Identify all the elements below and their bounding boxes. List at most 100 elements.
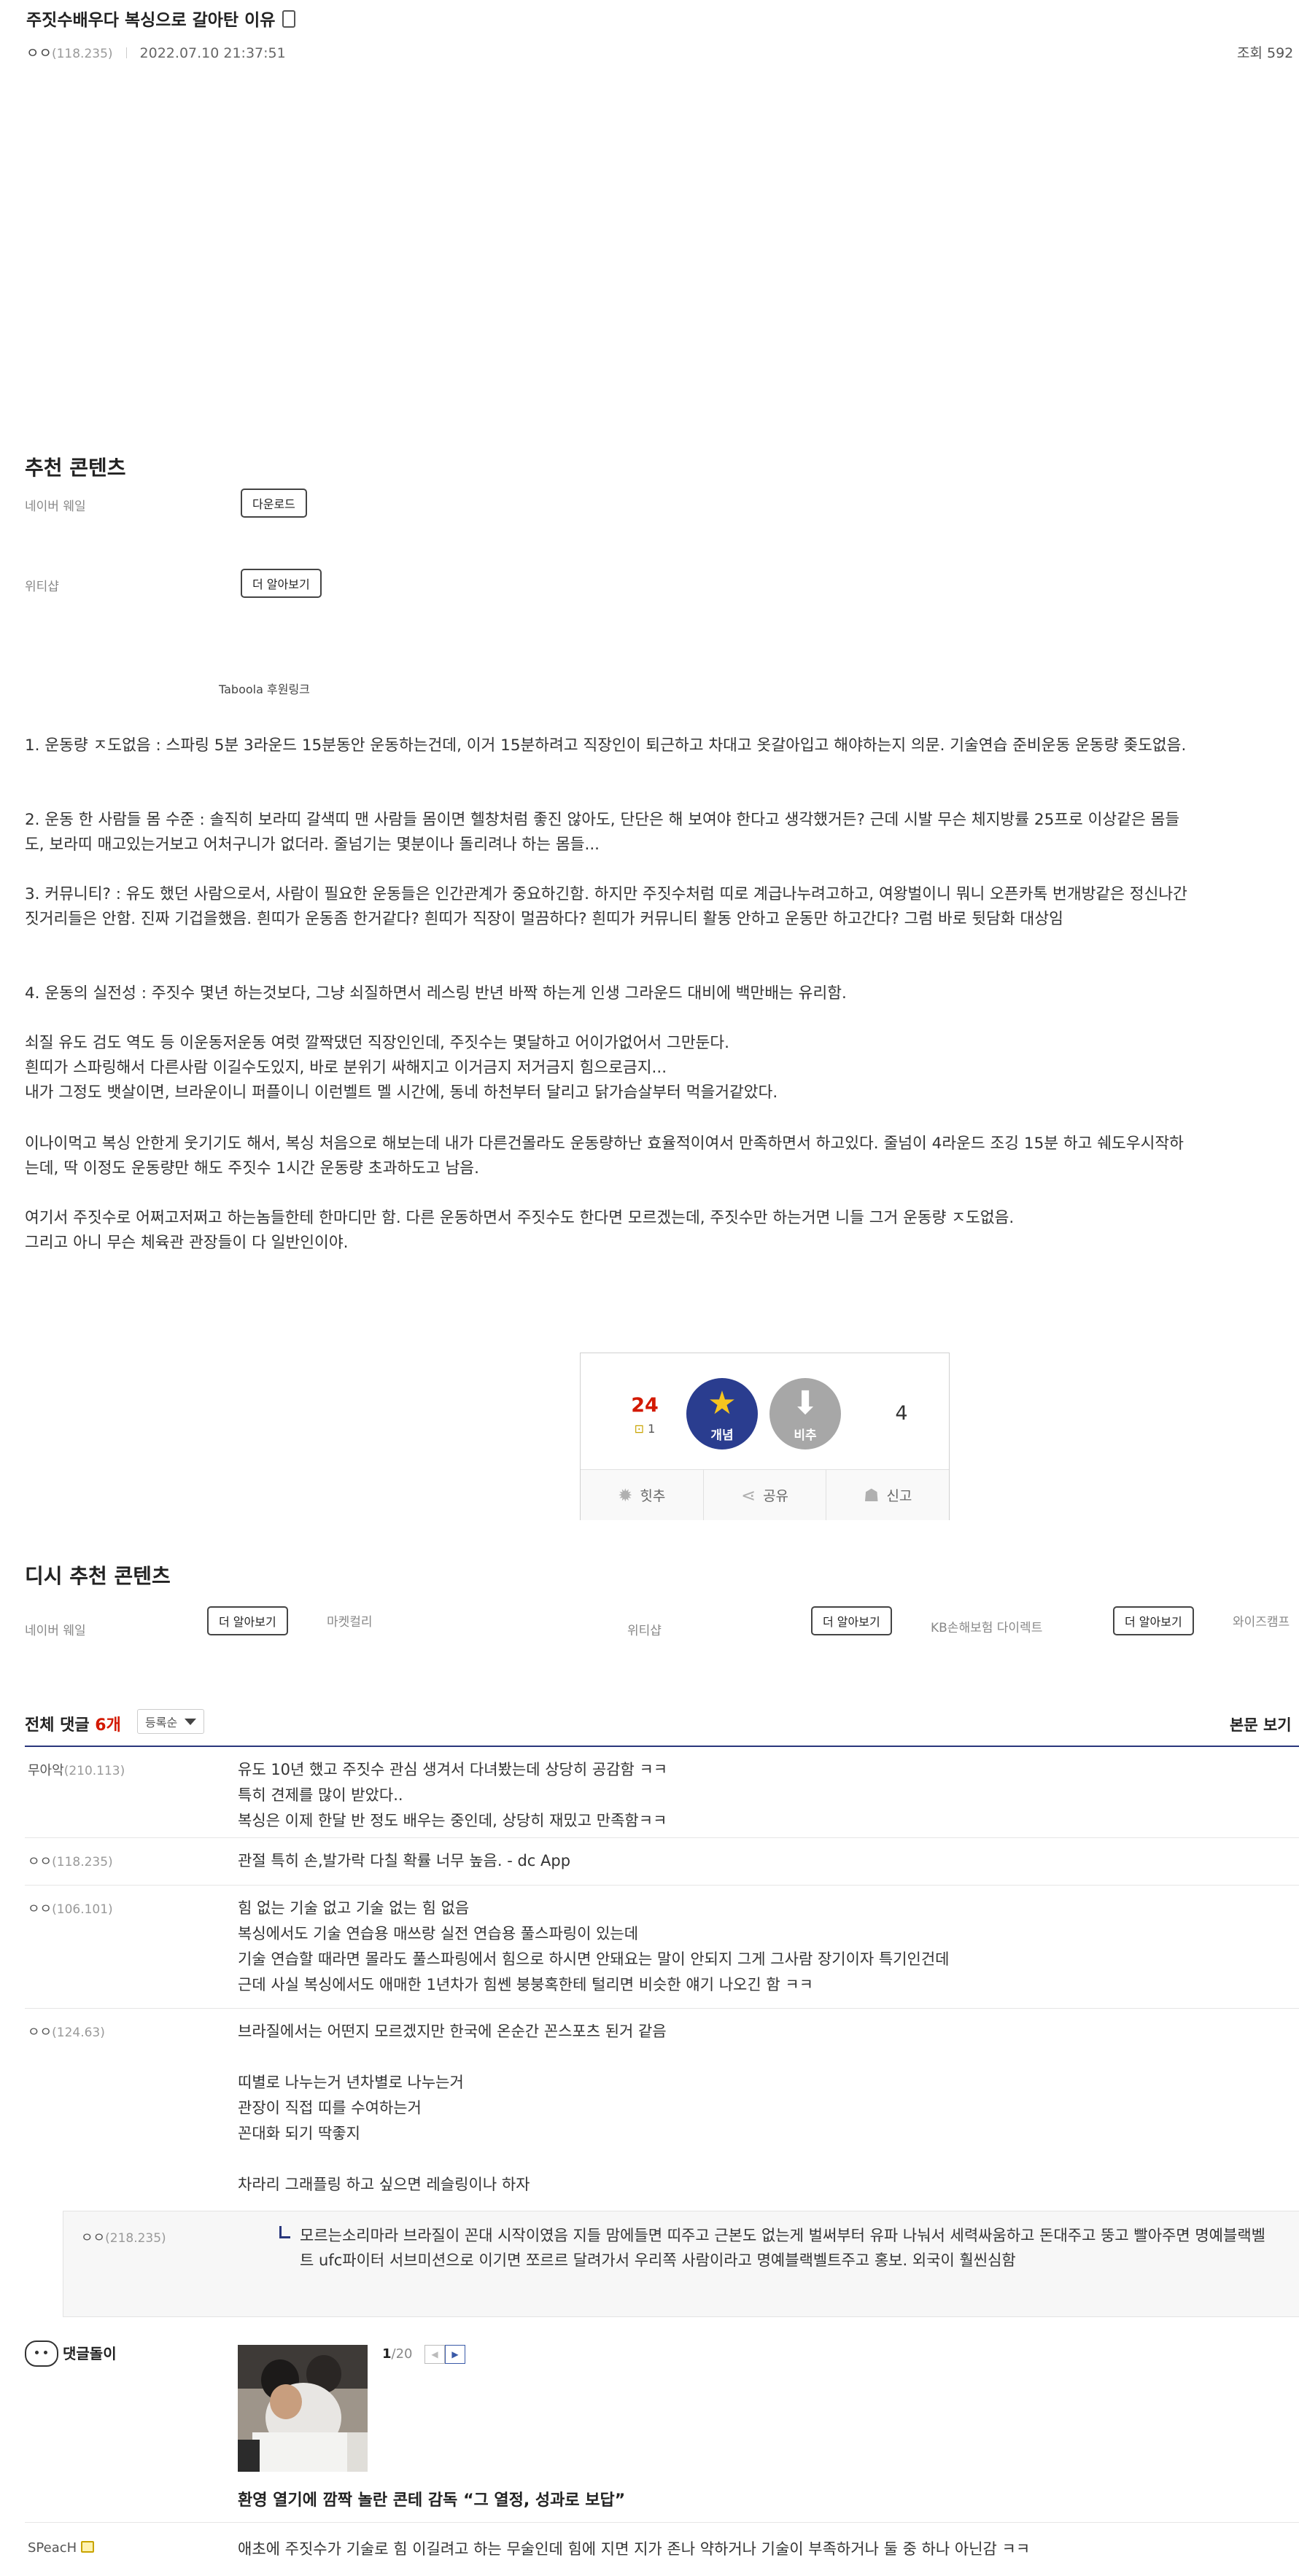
body-paragraph: 4. 운동의 실전성 : 주짓수 몇년 하는것보다, 그냥 쇠질하면서 레스링 … <box>25 984 847 1003</box>
comment-text: 힘 없는 기술 없고 기술 없는 힘 없음 복싱에서도 기술 연습용 매쓰랑 실… <box>238 1899 950 1993</box>
comment-nick: ㅇㅇ <box>28 2025 53 2040</box>
comment-ip: (124.63) <box>52 2026 105 2040</box>
comment-author[interactable]: ㅇㅇ(124.63) <box>28 2022 105 2041</box>
comment-sort-select[interactable]: 등록순 <box>137 1709 205 1734</box>
downvote-button[interactable]: ⬇ 비추 <box>769 1378 841 1450</box>
recommended-item-label[interactable]: 위티샵 <box>627 1620 662 1638</box>
comment-count: 6개 <box>95 1716 121 1735</box>
comment-text: 애초에 주짓수가 기술로 힘 이길려고 하는 무술인데 힘에 지면 지가 존나 … <box>238 2540 1031 2558</box>
comment-author[interactable]: ㅇㅇ(106.101) <box>28 1899 113 1918</box>
recommended-item-label[interactable]: 네이버 웨일 <box>25 496 86 514</box>
bot-face-icon <box>25 2340 58 2367</box>
siren-icon: ☗ <box>863 1484 880 1506</box>
recommended-item-label[interactable]: 네이버 웨일 <box>25 1620 86 1638</box>
comment-row: SPeacH 애초에 주짓수가 기술로 힘 이길려고 하는 무술인데 힘에 지면… <box>25 2523 1299 2576</box>
body-view-link[interactable]: 본문 보기 <box>1230 1713 1292 1735</box>
page-current: 1 <box>382 2346 392 2362</box>
fixed-nick-icon: ⊡ <box>634 1422 645 1436</box>
news-caption[interactable]: 환영 열기에 깜짝 놀란 콘테 감독 “그 열정, 성과로 보답” <box>238 2487 625 2510</box>
reply-arrow-icon <box>279 2226 290 2238</box>
body-paragraph: 2. 운동 한 사람들 몸 수준 : 솔직히 보라띠 갈색띠 맨 사람들 몸이면… <box>25 811 1180 854</box>
comment-author[interactable]: SPeacH <box>28 2540 95 2556</box>
post-title: 주짓수배우다 복싱으로 갈아탄 이유 <box>26 6 296 31</box>
learn-more-button[interactable]: 더 알아보기 <box>241 569 322 598</box>
body-paragraph: 3. 커뮤니티? : 유도 했던 사람으로서, 사람이 필요한 운동들은 인간관… <box>25 885 1187 928</box>
download-button[interactable]: 다운로드 <box>241 489 307 518</box>
report-button[interactable]: ☗ 신고 <box>826 1470 949 1520</box>
recommended-item-label[interactable]: 위티샵 <box>25 576 59 594</box>
comment-nick: ㅇㅇ <box>28 1902 53 1917</box>
reply-ip: (218.235) <box>105 2231 166 2246</box>
downvote-count: 4 <box>895 1402 908 1425</box>
share-icon: ⋖ <box>740 1484 756 1506</box>
reply-nick: ㅇㅇ <box>81 2230 106 2246</box>
post-meta: ㅇㅇ(118.235) 2022.07.10 21:37:51 <box>26 42 286 62</box>
fixed-upvote-count: ⊡ 1 <box>616 1422 674 1436</box>
meta-divider <box>125 47 127 58</box>
comment-row: ㅇㅇ(124.63) 브라질에서는 어떤지 모르겠지만 한국에 온순간 꼰스포츠… <box>25 2009 1299 2207</box>
comment-header: 전체 댓글 6개 등록순 본문 보기 <box>25 1705 1299 1747</box>
taboola-sponsored-link[interactable]: Taboola 후원링크 <box>219 680 310 697</box>
comment-row: ㅇㅇ(106.101) 힘 없는 기술 없고 기술 없는 힘 없음 복싱에서도 … <box>25 1886 1299 2009</box>
comment-ip: (210.113) <box>63 1764 125 1778</box>
learn-more-button[interactable]: 더 알아보기 <box>1113 1606 1194 1635</box>
recommended-heading: 추천 콘텐츠 <box>25 456 126 480</box>
body-paragraph: 1. 운동량 ㅈ도없음 : 스파링 5분 3라운드 15분동안 운동하는건데, … <box>25 736 1187 755</box>
down-arrow-icon: ⬇ <box>791 1385 819 1422</box>
news-thumbnail[interactable] <box>238 2345 368 2472</box>
comment-count-label: 전체 댓글 6개 <box>25 1712 121 1735</box>
prev-page-button[interactable]: ◀ <box>424 2345 445 2364</box>
reply-comment: ㅇㅇ(218.235) 모르는소리마라 브라질이 꼰대 시작이였음 지들 맘에들… <box>63 2211 1299 2317</box>
recommended-item-sub[interactable]: KB손해보험 다이렉트 <box>931 1617 1042 1635</box>
fixed-nick-icon <box>81 2541 95 2553</box>
comment-author[interactable]: 무아악(210.113) <box>28 1760 125 1779</box>
upvote-label: 개념 <box>710 1428 734 1443</box>
dc-recommended-heading: 디시 추천 콘텐츠 <box>25 1564 171 1588</box>
comment-author[interactable]: ㅇㅇ(118.235) <box>28 1851 113 1870</box>
learn-more-button[interactable]: 더 알아보기 <box>811 1606 892 1635</box>
comment-text: 브라질에서는 어떤지 모르겠지만 한국에 온순간 꼰스포츠 된거 같음 띠별로 … <box>238 2023 667 2193</box>
news-photo <box>238 2345 368 2472</box>
share-button[interactable]: ⋖ 공유 <box>704 1470 827 1520</box>
page-total: /20 <box>391 2346 413 2362</box>
next-page-button[interactable]: ▶ <box>445 2345 465 2364</box>
post-date: 2022.07.10 21:37:51 <box>139 45 286 61</box>
body-paragraph: 이나이먹고 복싱 안한게 웃기기도 해서, 복싱 처음으로 해보는데 내가 다른… <box>25 1135 1184 1178</box>
comment-nick: ㅇㅇ <box>28 1854 53 1869</box>
vote-action-bar: ✹ 힛추 ⋖ 공유 ☗ 신고 <box>581 1469 949 1520</box>
recommended-item-sub[interactable]: 마켓컬리 <box>327 1611 373 1630</box>
comment-text: 관절 특히 손,발가락 다칠 확률 너무 높음. - dc App <box>238 1852 571 1869</box>
body-paragraph: 쇠질 유도 검도 역도 등 이운동저운동 여럿 깔짝댔던 직장인인데, 주짓수는… <box>25 1034 778 1102</box>
comment-ip: (106.101) <box>52 1902 113 1917</box>
upvote-count: 24 <box>631 1394 659 1417</box>
dcbot-pagination: 1/20 <box>382 2346 413 2362</box>
share-label: 공유 <box>763 1488 789 1504</box>
dcbot-name: 댓글돌이 <box>63 2345 117 2362</box>
comment-nick: SPeacH <box>28 2540 77 2556</box>
view-count: 조회 592 <box>1237 45 1294 61</box>
author-nick[interactable]: ㅇㅇ <box>26 45 52 61</box>
hit-icon: ✹ <box>618 1484 633 1506</box>
downvote-label: 비추 <box>794 1428 817 1443</box>
author-ip: (118.235) <box>51 47 113 61</box>
comment-label: 전체 댓글 <box>25 1716 90 1735</box>
learn-more-button[interactable]: 더 알아보기 <box>207 1606 288 1635</box>
body-paragraph: 여기서 주짓수로 어쩌고저쩌고 하는놈들한테 한마디만 함. 다른 운동하면서 … <box>25 1209 1015 1252</box>
hit-label: 힛추 <box>640 1488 666 1504</box>
vote-box: 24 ⊡ 1 ★ 개념 ⬇ 비추 4 ✹ 힛추 ⋖ 공유 ☗ 신고 <box>580 1353 950 1520</box>
fixed-upvote-value: 1 <box>648 1422 656 1436</box>
dcbot-section: 댓글돌이 1/20 ◀ ▶ 환영 열기에 깜짝 놀란 콘테 감독 “그 열정, … <box>25 2330 1299 2523</box>
hit-button[interactable]: ✹ 힛추 <box>581 1470 704 1520</box>
report-label: 신고 <box>886 1488 912 1504</box>
upvote-button[interactable]: ★ 개념 <box>686 1378 758 1450</box>
comment-row: ㅇㅇ(118.235) 관절 특히 손,발가락 다칠 확률 너무 높음. - d… <box>25 1838 1299 1886</box>
sort-value: 등록순 <box>145 1716 178 1729</box>
comment-nick: 무아악 <box>28 1763 64 1778</box>
star-icon: ★ <box>707 1385 737 1422</box>
post-title-text: 주짓수배우다 복싱으로 갈아탄 이유 <box>26 11 276 30</box>
recommended-item-sub[interactable]: 와이즈캠프 <box>1233 1611 1290 1630</box>
comment-text: 유도 10년 했고 주짓수 관심 생겨서 다녀봤는데 상당히 공감함 ㅋㅋ 특히… <box>238 1761 668 1829</box>
reply-author[interactable]: ㅇㅇ(218.235) <box>81 2227 166 2246</box>
mobile-icon <box>282 10 296 28</box>
chevron-down-icon <box>185 1718 197 1725</box>
